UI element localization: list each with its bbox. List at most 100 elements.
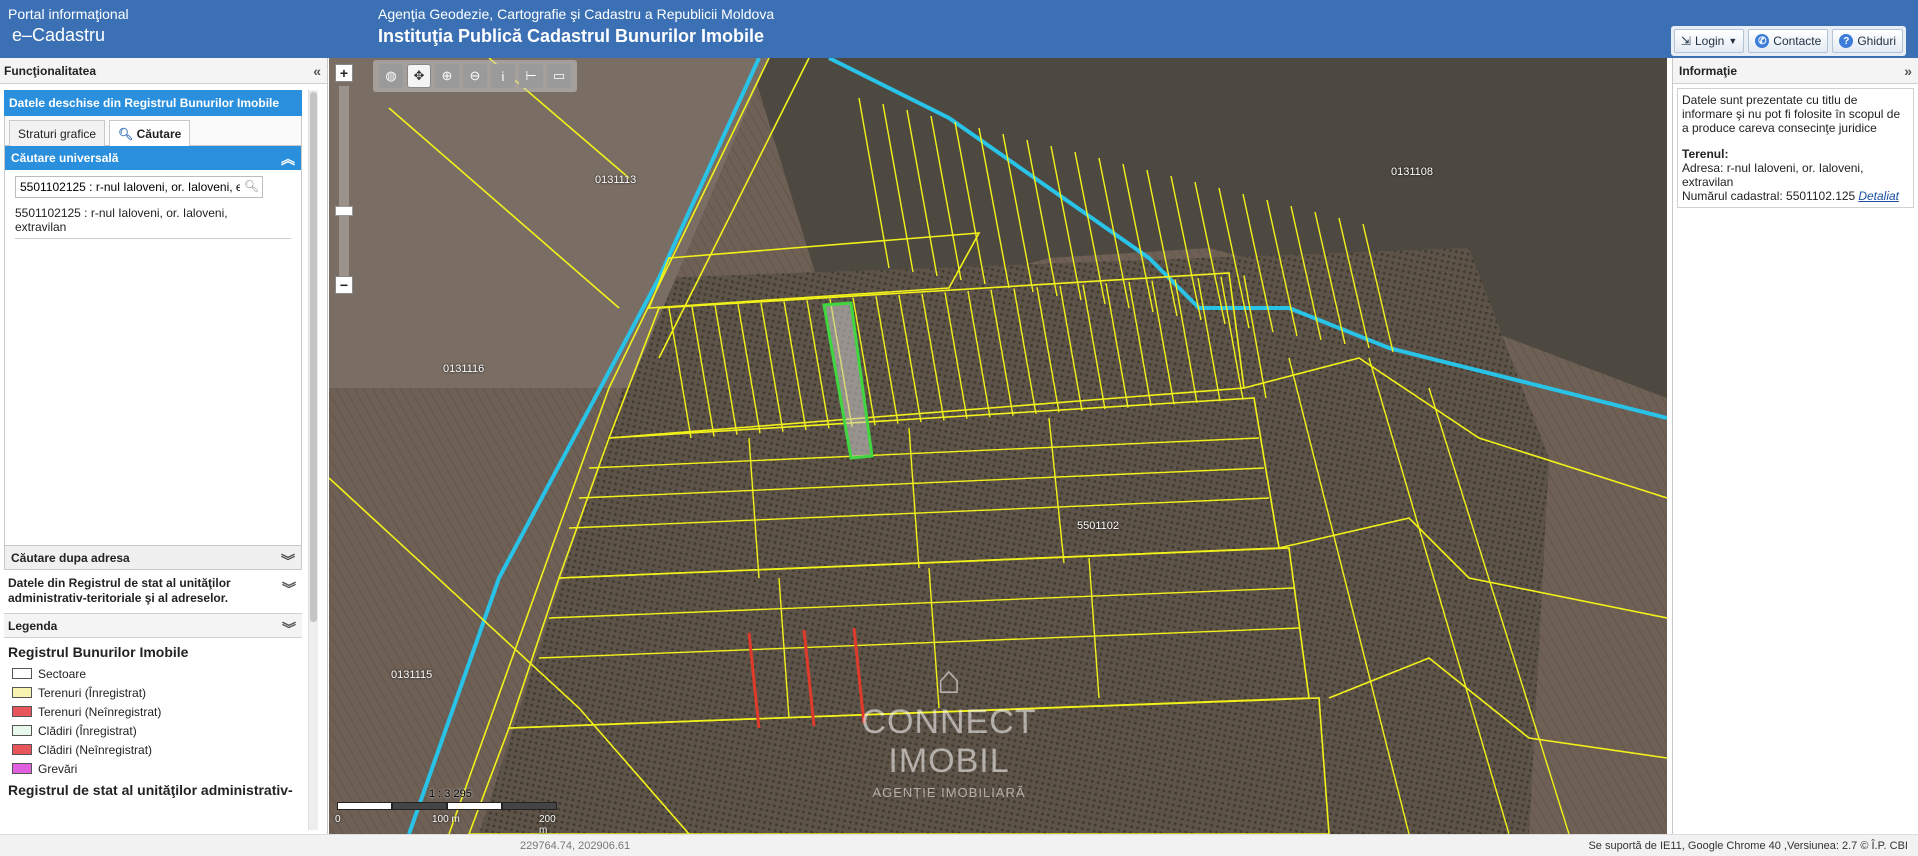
chevron-down-icon[interactable]: ︾ bbox=[282, 619, 296, 639]
legend-label: Sectoare bbox=[38, 666, 87, 681]
scale-segment bbox=[392, 802, 447, 810]
search-section: Căutare universală ︽ 🔍︎ 5501102125 : r-n… bbox=[4, 146, 302, 546]
chevron-down-icon[interactable]: ︾ bbox=[281, 551, 295, 571]
legend-body: Registrul Bunurilor Imobile Sectoare Ter… bbox=[4, 638, 302, 806]
admin-register-header[interactable]: Datele din Registrul de stat al unităţil… bbox=[4, 570, 302, 614]
tab-search[interactable]: 🔍︎ Căutare bbox=[109, 120, 191, 146]
contacts-button[interactable]: ✆ Contacte bbox=[1748, 29, 1829, 53]
pan-icon[interactable]: ✥ bbox=[407, 64, 431, 88]
legend-item: Grevări bbox=[8, 759, 298, 778]
legend-label: Clădiri (Neînregistrat) bbox=[38, 742, 153, 757]
chevron-up-icon[interactable]: ︽ bbox=[281, 149, 295, 169]
left-panel-content: Datele deschise din Registrul Bunurilor … bbox=[4, 90, 302, 830]
watermark: ⌂ CONNECT IMOBIL AGENȚIE IMOBILIARĂ bbox=[799, 658, 1099, 800]
globe-icon[interactable]: ◍ bbox=[379, 64, 403, 88]
search-input[interactable] bbox=[15, 176, 263, 198]
legend-swatch bbox=[12, 668, 32, 679]
legend-swatch bbox=[12, 744, 32, 755]
scale-label-0: 0 bbox=[335, 814, 341, 825]
left-panel: Funcţionalitatea « Datele deschise din R… bbox=[0, 58, 328, 834]
scale-bar: 1 : 3 295 0 100 m 200 m bbox=[335, 786, 557, 834]
info-disclaimer: Datele sunt prezentate cu titlu de infor… bbox=[1682, 93, 1901, 135]
legend-item: Terenuri (Neînregistrat) bbox=[8, 702, 298, 721]
scrollbar-thumb[interactable] bbox=[310, 92, 317, 622]
house-icon: ⌂ bbox=[936, 658, 962, 702]
tab-bar: Straturi grafice 🔍︎ Căutare bbox=[4, 116, 302, 146]
zoom-in-icon[interactable]: ⊕ bbox=[435, 64, 459, 88]
open-data-header[interactable]: Datele deschise din Registrul Bunurilor … bbox=[4, 90, 302, 116]
map-toolbar: ◍ ✥ ⊕ ⊖ i ⊢ ▭ bbox=[373, 60, 577, 92]
search-icon[interactable]: 🔍︎ bbox=[244, 179, 259, 193]
scale-segment bbox=[337, 802, 392, 810]
agency-name: Agenţia Geodezie, Cartografie şi Cadastr… bbox=[378, 6, 775, 22]
legend-label: Terenuri (Înregistrat) bbox=[38, 685, 147, 700]
zoom-slider[interactable] bbox=[335, 86, 353, 276]
admin-register-line2: administrativ-teritoriale şi al adreselo… bbox=[8, 591, 229, 605]
map-view[interactable]: 0131113 0131116 0131115 0131108 5501102 … bbox=[329, 58, 1667, 834]
parcel-label-5501102: 5501102 bbox=[1077, 520, 1120, 532]
result-line2: extravilan bbox=[15, 220, 67, 234]
info-panel-header: Informaţie » bbox=[1673, 58, 1918, 84]
zoom-control: + − bbox=[335, 64, 353, 294]
footer: 229764.74, 202906.61 Se suportă de IE11,… bbox=[0, 834, 1918, 856]
scale-label-200: 200 m bbox=[539, 814, 556, 834]
address-search-title: Căutare dupa adresa bbox=[11, 551, 130, 565]
tab-search-label: Căutare bbox=[136, 127, 182, 141]
parcel-label-0131115: 0131115 bbox=[391, 669, 433, 681]
watermark-subtitle: AGENȚIE IMOBILIARĂ bbox=[872, 785, 1026, 800]
zoom-out-icon[interactable]: ⊖ bbox=[463, 64, 487, 88]
chevron-down-icon: ▼ bbox=[1728, 36, 1738, 46]
legend-label: Terenuri (Neînregistrat) bbox=[38, 704, 162, 719]
info-cadastral-number: Numărul cadastral: 5501102.125 bbox=[1682, 189, 1856, 203]
legend-header[interactable]: Legenda ︾ bbox=[4, 614, 302, 638]
watermark-brand: CONNECT IMOBIL bbox=[861, 703, 1037, 780]
detail-link[interactable]: Detaliat bbox=[1858, 189, 1899, 203]
measure-area-icon[interactable]: ▭ bbox=[547, 64, 571, 88]
collapse-left-icon[interactable]: « bbox=[313, 63, 321, 79]
phone-icon: ✆ bbox=[1755, 34, 1770, 48]
legend-item: Clădiri (Înregistrat) bbox=[8, 721, 298, 740]
zoom-slider-thumb[interactable] bbox=[335, 206, 353, 216]
header: Portal informaţional e–Cadastru Agenţia … bbox=[0, 0, 1918, 58]
scale-label-100: 100 m bbox=[432, 814, 460, 825]
info-panel-title: Informaţie bbox=[1679, 64, 1738, 78]
measure-line-icon[interactable]: ⊢ bbox=[519, 64, 543, 88]
result-line1: 5501102125 : r-nul Ialoveni, or. Ialoven… bbox=[15, 206, 228, 220]
parcel-label-0131116: 0131116 bbox=[443, 363, 485, 375]
info-body: Datele sunt prezentate cu titlu de infor… bbox=[1677, 88, 1914, 208]
tab-graphic-layers[interactable]: Straturi grafice bbox=[9, 120, 106, 146]
scale-segment bbox=[447, 802, 502, 810]
admin-register-line1: Datele din Registrul de stat al unităţil… bbox=[8, 576, 231, 590]
top-button-group: ⇲ Login ▼ ✆ Contacte ? Ghiduri bbox=[1670, 26, 1906, 56]
info-terrain-heading: Terenul: bbox=[1682, 147, 1729, 161]
scale-ratio: 1 : 3 295 bbox=[429, 788, 472, 800]
zoom-in-button[interactable]: + bbox=[335, 64, 353, 82]
login-button[interactable]: ⇲ Login ▼ bbox=[1673, 29, 1745, 53]
portal-title: Portal informaţional bbox=[8, 6, 129, 22]
legend-item: Clădiri (Neînregistrat) bbox=[8, 740, 298, 759]
scale-segment bbox=[502, 802, 557, 810]
cursor-coordinates: 229764.74, 202906.61 bbox=[520, 840, 631, 852]
guides-label: Ghiduri bbox=[1857, 34, 1896, 48]
left-scrollbar[interactable] bbox=[308, 90, 318, 830]
version-info: Se suportă de IE11, Google Chrome 40 ,Ve… bbox=[1588, 840, 1908, 852]
collapse-right-icon[interactable]: » bbox=[1904, 63, 1912, 79]
chevron-down-icon[interactable]: ︾ bbox=[282, 582, 296, 597]
legend-item: Terenuri (Înregistrat) bbox=[8, 683, 298, 702]
legend-swatch bbox=[12, 763, 32, 774]
info-icon[interactable]: i bbox=[491, 64, 515, 88]
universal-search-title: Căutare universală bbox=[11, 151, 119, 165]
legend-swatch bbox=[12, 687, 32, 698]
parcel-label-0131108: 0131108 bbox=[1391, 166, 1434, 178]
zoom-out-button[interactable]: − bbox=[335, 276, 353, 294]
legend-section-title: Registrul Bunurilor Imobile bbox=[8, 644, 189, 660]
address-search-header[interactable]: Căutare dupa adresa ︾ bbox=[4, 546, 302, 570]
help-icon: ? bbox=[1839, 34, 1854, 48]
legend-swatch bbox=[12, 725, 32, 736]
parcel-label-0131113: 0131113 bbox=[595, 174, 637, 186]
search-result-item[interactable]: 5501102125 : r-nul Ialoveni, or. Ialoven… bbox=[15, 206, 291, 239]
info-address: Adresa: r-nul Ialoveni, or. Ialoveni, ex… bbox=[1682, 161, 1864, 189]
login-label: Login bbox=[1694, 34, 1725, 48]
guides-button[interactable]: ? Ghiduri bbox=[1832, 29, 1903, 53]
universal-search-header[interactable]: Căutare universală ︽ bbox=[5, 146, 301, 170]
